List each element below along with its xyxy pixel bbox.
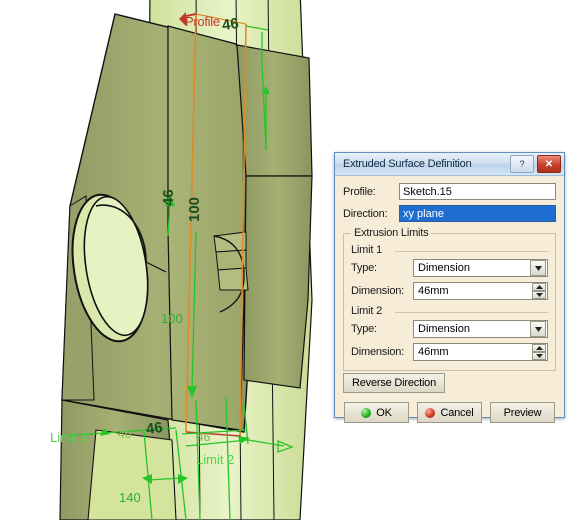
limit1-spinner[interactable]	[532, 283, 546, 299]
main-block-inner	[167, 25, 245, 431]
limit2-rule	[395, 312, 548, 313]
extrusion-limits-legend: Extrusion Limits	[354, 227, 429, 239]
chevron-down-icon[interactable]	[530, 260, 546, 276]
profile-row: Profile: Sketch.15	[343, 183, 556, 200]
profile-label: Profile:	[343, 185, 376, 198]
limit2-type-value: Dimension	[418, 323, 470, 335]
limit2-dimension-row: Dimension: 46mm	[351, 343, 548, 361]
limit1-type-row: Type: Dimension	[351, 259, 548, 277]
cancel-button-label: Cancel	[440, 406, 474, 419]
limit2-heading: Limit 2	[351, 305, 382, 317]
extrusion-limits-group: Extrusion Limits Limit 1 Type: Dimension	[343, 227, 556, 371]
limit1-dimension-label: Dimension:	[351, 285, 405, 297]
limit2-type-row: Type: Dimension	[351, 320, 548, 338]
shoulder-right-upper	[236, 44, 313, 177]
ok-status-icon	[361, 407, 372, 418]
preview-button-label: Preview	[503, 406, 542, 419]
spinner-up-icon[interactable]	[532, 283, 546, 291]
limit2-heading-row: Limit 2	[351, 305, 548, 317]
cad-model-svg	[59, 0, 313, 520]
profile-input[interactable]: Sketch.15	[399, 183, 556, 200]
limit1-heading: Limit 1	[351, 244, 382, 256]
spinner-up-icon[interactable]	[532, 344, 546, 352]
limit2-spinner[interactable]	[532, 344, 546, 360]
chevron-down-icon[interactable]	[530, 321, 546, 337]
app-root: Profile 46 46 100 100 Limit 1 Limit 2 46…	[0, 0, 586, 520]
cad-viewport[interactable]: Profile 46 46 100 100 Limit 1 Limit 2 46…	[0, 0, 340, 520]
limit1-type-select[interactable]: Dimension	[413, 259, 548, 277]
limit2-type-label: Type:	[351, 323, 377, 335]
limit1-type-value: Dimension	[418, 262, 470, 274]
reverse-direction-button[interactable]: Reverse Direction	[343, 373, 446, 393]
direction-input[interactable]: xy plane	[399, 205, 556, 222]
dialog-button-bar: OK Cancel Preview	[343, 402, 556, 423]
shoulder-right-lower	[243, 175, 313, 389]
extruded-surface-definition-dialog[interactable]: Extruded Surface Definition ? ✕ Profile:…	[334, 152, 565, 423]
cancel-button[interactable]: Cancel	[417, 402, 482, 423]
limit1-dimension-row: Dimension: 46mm	[351, 282, 548, 300]
dialog-titlebar[interactable]: Extruded Surface Definition ? ✕	[335, 153, 564, 176]
limit1-dimension-value: 46mm	[418, 285, 449, 297]
limit2-dimension-label: Dimension:	[351, 346, 405, 358]
close-icon[interactable]: ✕	[537, 155, 561, 173]
direction-label: Direction:	[343, 207, 388, 220]
dialog-body: Profile: Sketch.15 Direction: xy plane E…	[335, 176, 564, 429]
direction-row: Direction: xy plane	[343, 205, 556, 222]
lower-pale-strip	[87, 429, 177, 520]
limit2-type-select[interactable]: Dimension	[413, 320, 548, 338]
help-icon[interactable]: ?	[510, 155, 534, 173]
limit2-dimension-value: 46mm	[418, 346, 449, 358]
cancel-status-icon	[425, 407, 436, 418]
spinner-down-icon[interactable]	[532, 352, 546, 360]
preview-button[interactable]: Preview	[490, 402, 555, 423]
limit1-type-label: Type:	[351, 262, 377, 274]
limit1-heading-row: Limit 1	[351, 244, 548, 256]
limit1-rule	[395, 251, 548, 252]
limit2-dimension-input[interactable]: 46mm	[413, 343, 548, 361]
limit1-dimension-input[interactable]: 46mm	[413, 282, 548, 300]
ok-button[interactable]: OK	[344, 402, 409, 423]
spinner-down-icon[interactable]	[532, 291, 546, 299]
dialog-title: Extruded Surface Definition	[343, 158, 472, 170]
ok-button-label: OK	[376, 406, 392, 419]
